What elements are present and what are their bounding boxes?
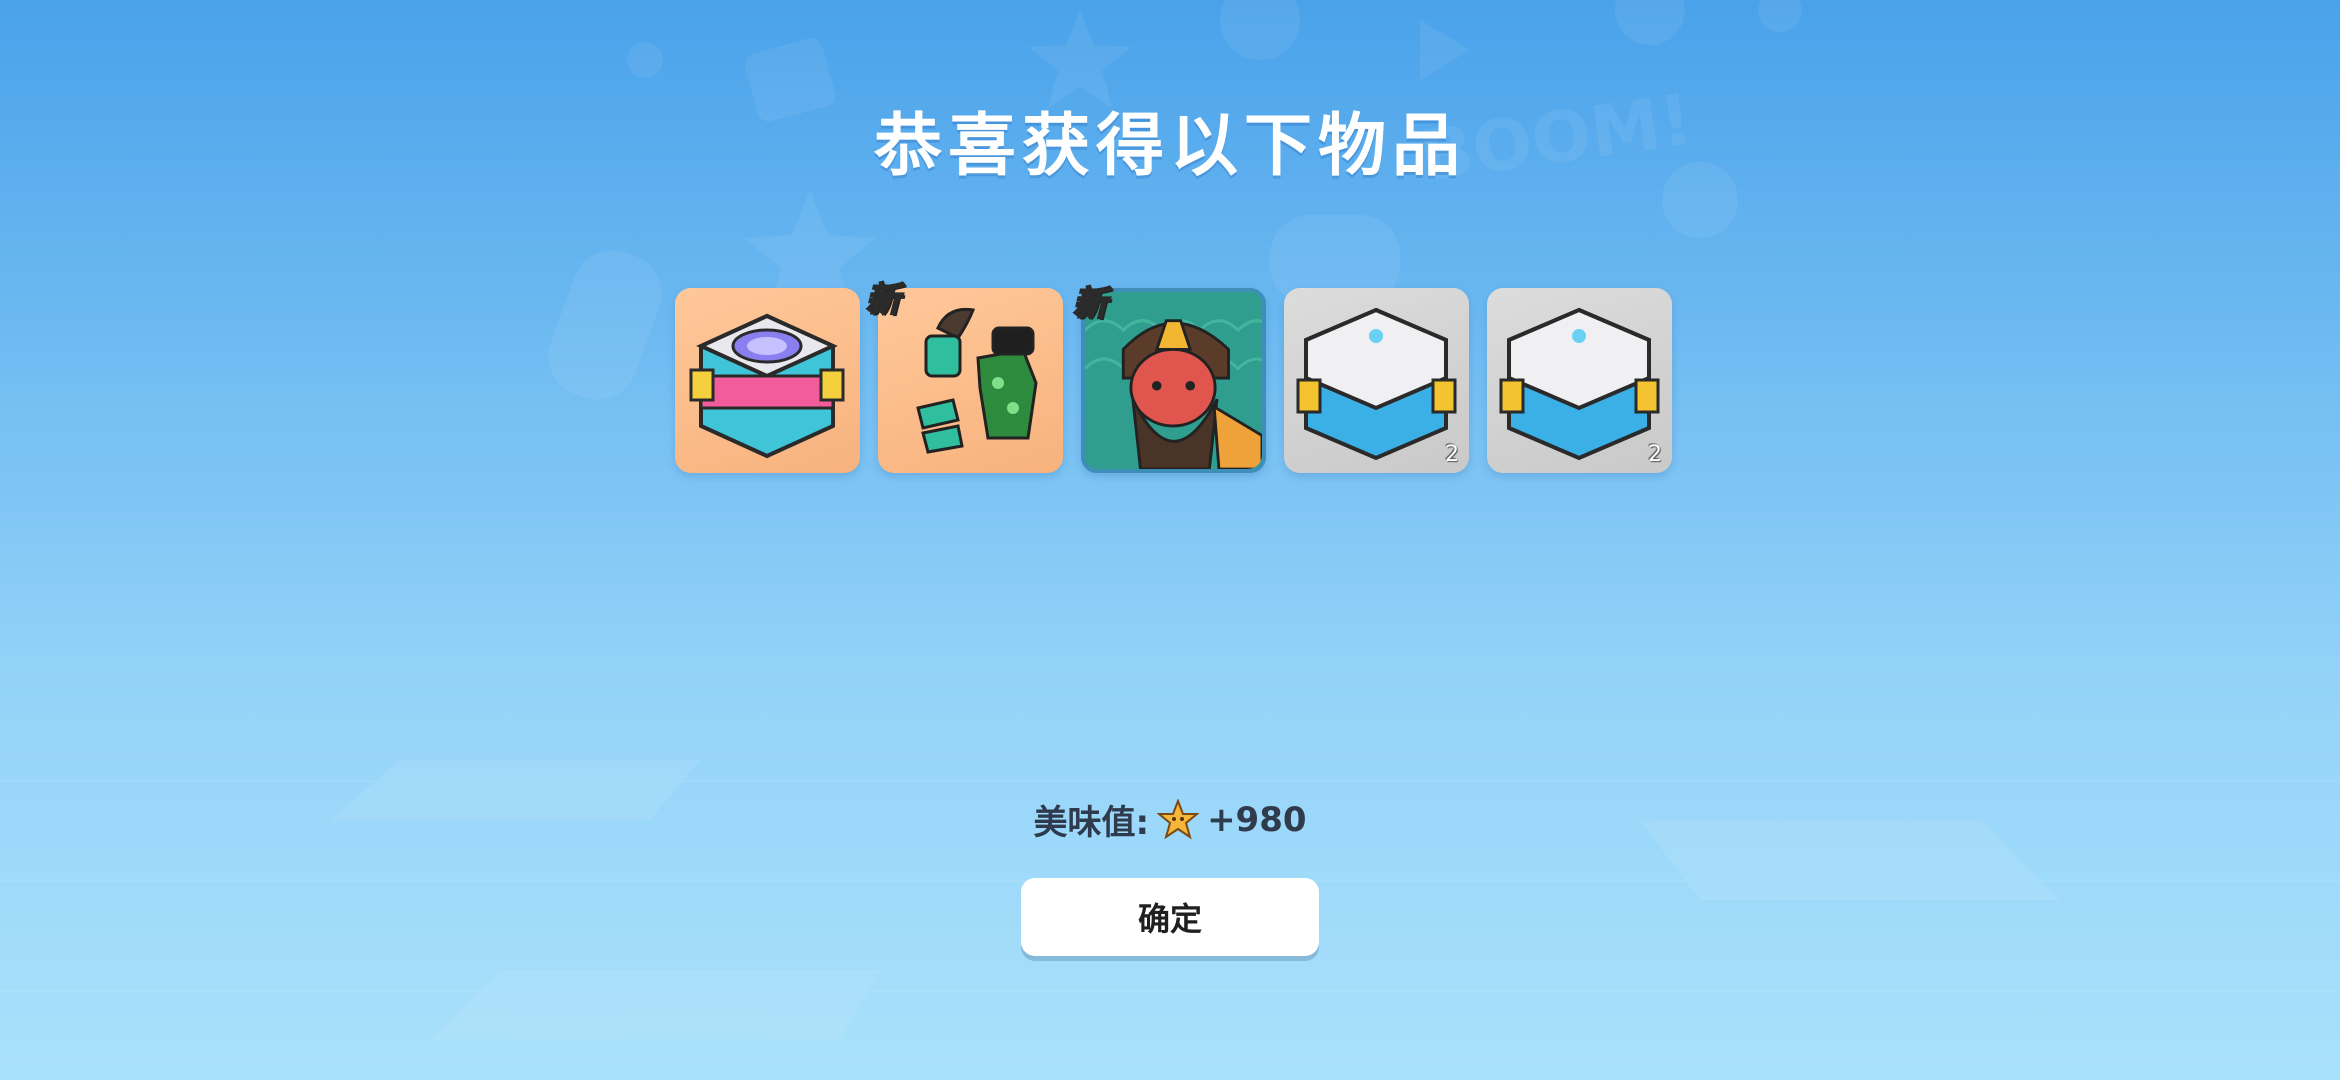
- reward-item-outfit[interactable]: 新: [865, 279, 1063, 473]
- reward-item-blue-box[interactable]: 2: [1487, 288, 1672, 473]
- reward-item-hero-avatar[interactable]: 新: [1072, 283, 1266, 473]
- reward-summary: 美味值: +980: [0, 795, 2340, 845]
- bearded-hero-icon: [1085, 292, 1262, 469]
- reward-value: +980: [1207, 799, 1307, 840]
- pink-mystery-box-icon: [689, 313, 845, 459]
- reward-label: 美味值:: [1033, 803, 1150, 843]
- reward-item-blue-box[interactable]: 2: [1284, 288, 1469, 473]
- new-badge: 新: [1072, 283, 1108, 325]
- green-outfit-icon: [916, 307, 1038, 454]
- reward-item-pink-box[interactable]: [675, 288, 860, 473]
- item-count: 2: [1648, 442, 1662, 467]
- confirm-button[interactable]: 确定: [1021, 878, 1319, 956]
- white-blue-box-icon: [1499, 307, 1660, 461]
- page-title: 恭喜获得以下物品: [873, 107, 1466, 186]
- item-count: 2: [1445, 442, 1459, 467]
- new-badge: 新: [865, 279, 901, 321]
- star-coin-icon: [1157, 798, 1200, 839]
- white-blue-box-icon: [1296, 307, 1457, 461]
